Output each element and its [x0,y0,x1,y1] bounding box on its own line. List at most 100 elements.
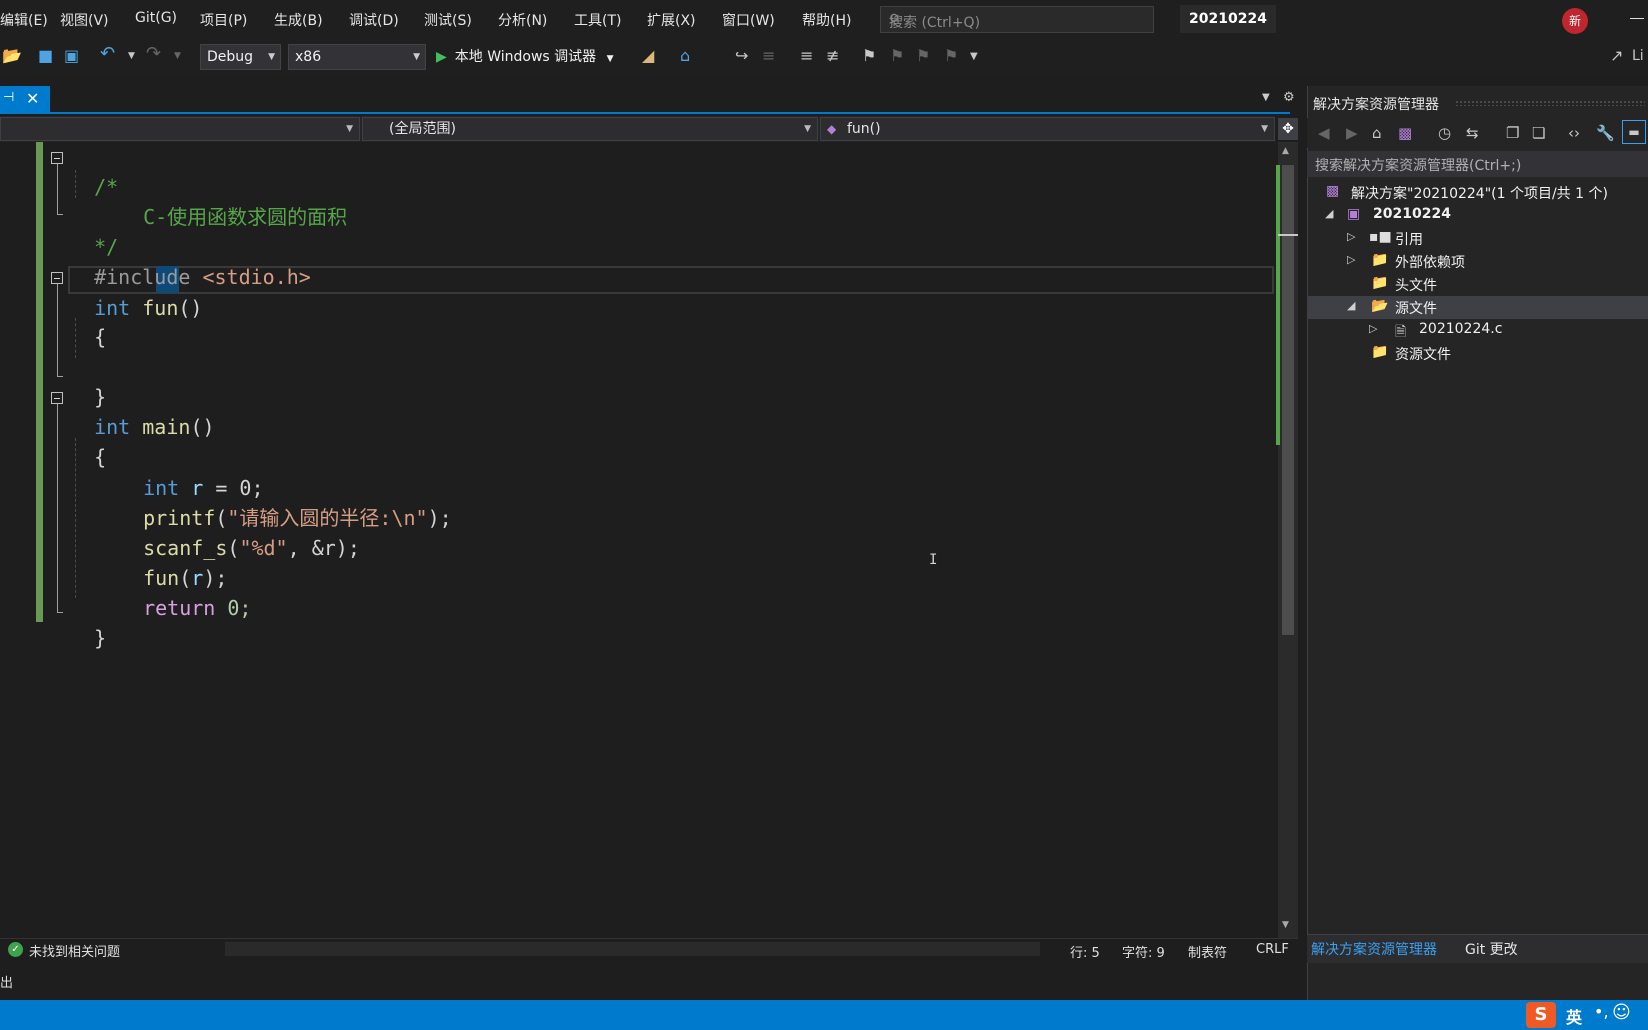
menu-help[interactable]: 帮助(H) [802,10,851,30]
collapsed-arrow-icon[interactable]: ▷ [1347,230,1355,243]
ime-language[interactable]: 英 [1566,1004,1582,1028]
menu-project[interactable]: 项目(P) [200,10,247,30]
tree-item-source-file[interactable]: ▷ 🗎 20210224.c [1307,319,1648,342]
tree-item-references[interactable]: ▷ ▪■ 引用 [1307,227,1648,250]
output-tab[interactable]: 出 [0,972,13,991]
home-icon[interactable]: ⌂ [680,46,690,65]
undo-dropdown-icon[interactable]: ▼ [128,51,135,61]
scroll-down-icon[interactable]: ▼ [1282,920,1289,930]
live-share-label[interactable]: Li [1632,48,1644,64]
ime-punctuation[interactable]: •, [1594,1002,1609,1021]
collapse-main-icon[interactable] [51,392,63,404]
undo-icon[interactable]: ↶ [100,43,115,64]
scope-select[interactable]: (全局范围) ▼ [362,117,818,141]
tree-item-label: 外部依赖项 [1395,255,1465,271]
scroll-up-icon[interactable]: ▲ [1282,146,1289,156]
menu-view[interactable]: 视图(V) [60,10,109,30]
menu-build[interactable]: 生成(B) [274,10,323,30]
tree-item-headers[interactable]: 📁 头文件 [1307,273,1648,296]
tabs-status[interactable]: 制表符 [1188,942,1227,961]
save-all-icon[interactable]: ▣ [64,46,79,65]
gear-icon[interactable]: ⚙ [1283,90,1295,105]
step-disabled-icon[interactable]: ≡ [762,46,775,65]
tree-item-project[interactable]: ◢ ▣ 20210224 [1307,204,1648,227]
forward-icon[interactable]: ▶ [1346,124,1358,142]
char-number-status[interactable]: 字符: 9 [1122,942,1165,961]
menu-extensions[interactable]: 扩展(X) [647,10,696,30]
menu-git[interactable]: Git(G) [135,10,177,26]
bookmark-icon[interactable]: ⚑ [862,46,876,65]
tab-solution-explorer[interactable]: 解决方案资源管理器 [1311,939,1437,959]
collapse-comment-icon[interactable] [51,152,63,164]
code-line-13: scanf_s("%d", &r); [143,536,360,560]
keyword-token: return [143,596,216,620]
collapse-all-icon[interactable]: ❐ [1506,124,1519,142]
start-debugging-button[interactable]: ▶ 本地 Windows 调试器 ▼ [436,46,614,66]
close-icon[interactable]: ✕ [26,89,39,108]
ime-emoji-icon[interactable]: ☺ [1612,1002,1631,1023]
preview-selected-icon[interactable]: ▬ [1622,120,1646,144]
menu-analyze[interactable]: 分析(N) [498,10,547,30]
code-line-16: } [70,593,106,650]
open-folder-icon[interactable]: 📂 [2,46,22,65]
menu-debug[interactable]: 调试(D) [349,10,399,30]
platform-select[interactable]: x86 ▼ [288,44,426,70]
sync-icon[interactable]: ⇆ [1466,124,1479,142]
split-editor-icon[interactable]: ✥ [1278,118,1298,140]
line-ending-status[interactable]: CRLF [1256,942,1289,957]
redo-icon[interactable]: ↷ [146,43,161,64]
expanded-arrow-icon[interactable]: ◢ [1325,207,1333,220]
menu-window[interactable]: 窗口(W) [722,10,775,30]
issues-status[interactable]: 未找到相关问题 [29,941,120,960]
document-tab[interactable]: ⊣ ✕ [0,86,50,112]
menu-tools[interactable]: 工具(T) [574,10,621,30]
redo-dropdown-icon[interactable]: ▼ [174,51,181,61]
toolbar-overflow-icon[interactable]: ▼ [970,51,978,62]
prev-bookmark-icon[interactable]: ⚑ [890,46,904,65]
menu-edit[interactable]: 编辑(E) [0,10,48,30]
tree-item-external-deps[interactable]: ▷ 📁 外部依赖项 [1307,250,1648,273]
line-number-status[interactable]: 行: 5 [1070,942,1100,961]
search-icon: ⚲ [889,12,900,28]
back-icon[interactable]: ◀ [1318,124,1330,142]
step-icon[interactable]: ↪ [735,46,748,65]
collapsed-arrow-icon[interactable]: ▷ [1369,322,1377,335]
configuration-select[interactable]: Debug ▼ [200,44,281,70]
next-bookmark-icon[interactable]: ⚑ [916,46,930,65]
pin-icon[interactable]: ⊣ [3,90,14,105]
save-icon[interactable]: ■ [38,46,53,65]
browse-icon[interactable]: ◢ [642,46,654,65]
code-line-5: int fun() [94,296,203,320]
clear-bookmarks-icon[interactable]: ⚑ [944,46,958,65]
tree-item-label: 20210224.c [1419,321,1503,337]
tree-item-label: 解决方案"20210224"(1 个项目/共 1 个) [1351,186,1608,202]
search-input[interactable]: 搜索 (Ctrl+Q) ⚲ [880,6,1154,33]
horizontal-scrollbar[interactable] [225,942,1040,956]
comment-lines-icon[interactable]: ≡ [800,46,813,65]
solution-search-input[interactable]: 搜索解决方案资源管理器(Ctrl+;) [1307,151,1648,177]
tab-overflow-icon[interactable]: ▼ [1262,92,1270,103]
member-select[interactable]: ◆ fun() ▼ [820,117,1275,141]
switch-views-icon[interactable]: ▩ [1398,124,1412,142]
panel-grip[interactable] [1455,100,1645,106]
pending-changes-icon[interactable]: ◷ [1438,124,1451,142]
uncomment-lines-icon[interactable]: ≢ [826,46,839,65]
properties-wrench-icon[interactable]: 🔧 [1596,124,1615,142]
tree-item-solution[interactable]: ▩ 解决方案"20210224"(1 个项目/共 1 个) [1307,181,1648,204]
configuration-value: Debug [207,49,254,65]
notification-badge[interactable]: 新 [1562,8,1588,34]
minimize-icon[interactable] [1630,18,1644,19]
view-code-icon[interactable]: ‹› [1568,124,1580,142]
ime-logo[interactable]: S [1526,1002,1556,1028]
collapse-fun-icon[interactable] [51,272,63,284]
menu-test[interactable]: 测试(S) [424,10,472,30]
collapsed-arrow-icon[interactable]: ▷ [1347,253,1355,266]
project-select[interactable]: ▼ [0,117,360,141]
tab-git-changes[interactable]: Git 更改 [1465,939,1518,959]
live-share-icon[interactable]: ↗ [1610,46,1623,65]
tree-item-resources[interactable]: 📁 资源文件 [1307,342,1648,365]
home-icon[interactable]: ⌂ [1372,124,1382,142]
expanded-arrow-icon[interactable]: ◢ [1347,299,1355,312]
show-all-files-icon[interactable]: ❏ [1532,124,1545,142]
tree-item-sources[interactable]: ◢ 📂 源文件 [1307,296,1648,319]
